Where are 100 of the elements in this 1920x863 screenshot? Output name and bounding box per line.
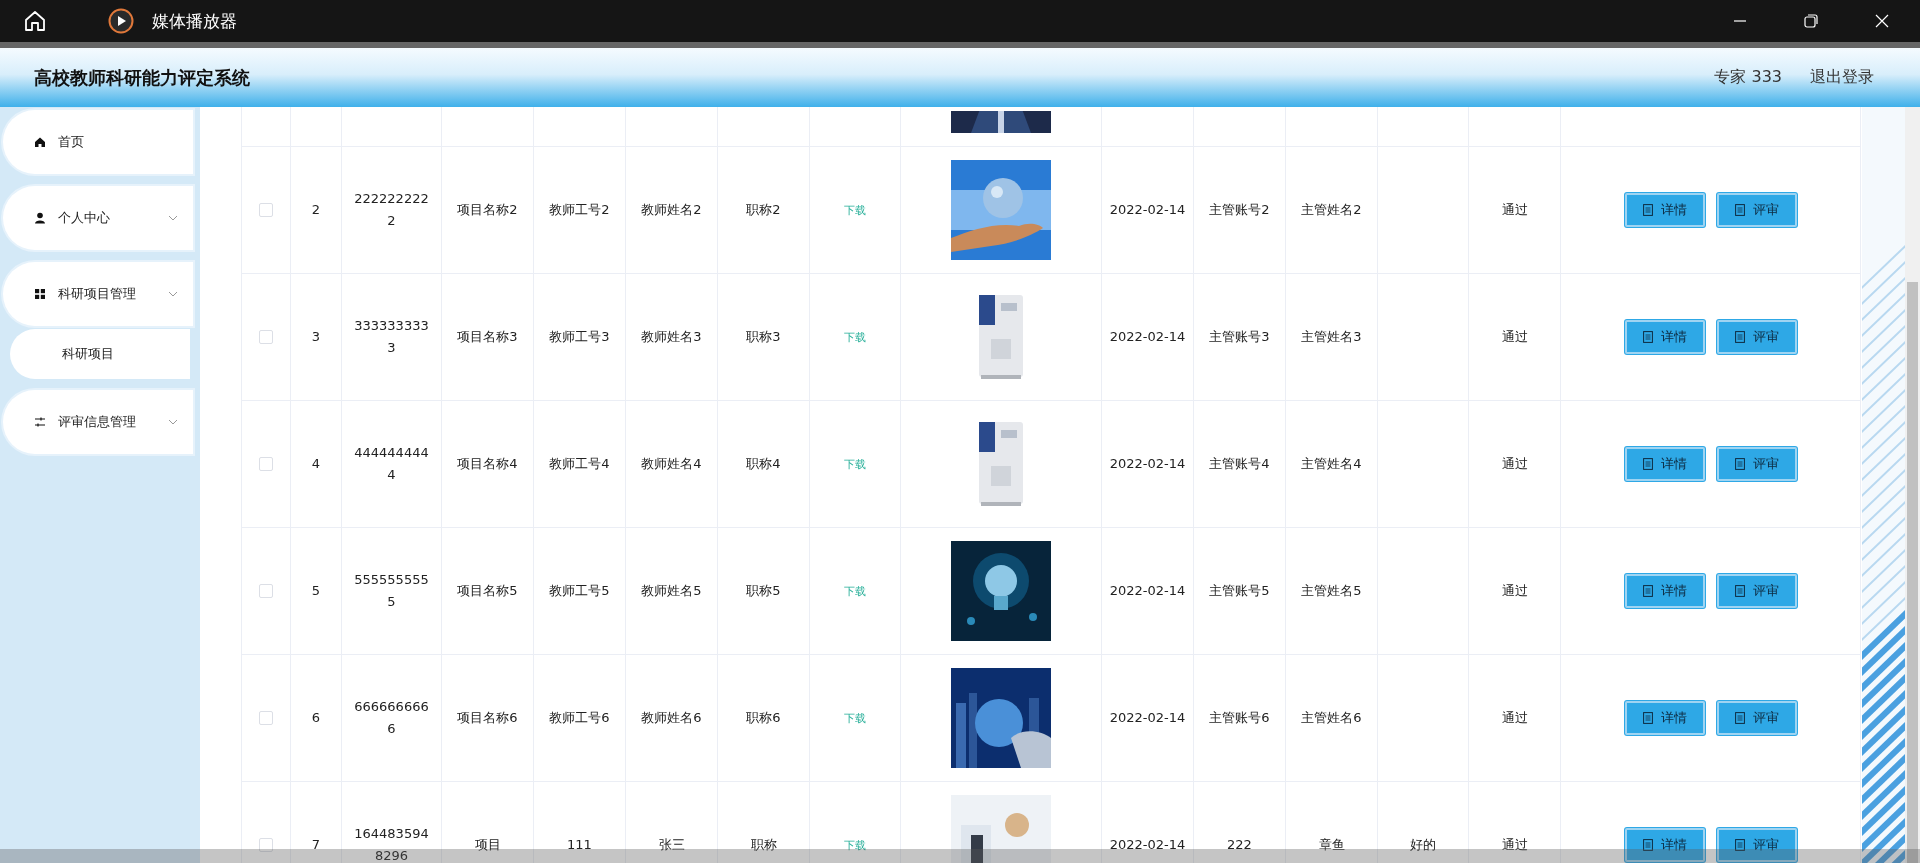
table-cell: 教师姓名5 — [626, 528, 718, 655]
table-cell: 好的 — [1378, 782, 1469, 863]
action-button[interactable]: 详情 — [1624, 447, 1705, 481]
user-name: 专家 333 — [1714, 67, 1782, 88]
row-checkbox[interactable] — [259, 203, 273, 217]
download-link[interactable]: 下载 — [844, 837, 866, 853]
table-cell: 张三 — [626, 782, 718, 863]
action-button[interactable]: 评审 — [1716, 320, 1797, 354]
table-cell: 2022-02-14 — [1102, 274, 1194, 401]
document-icon — [1642, 204, 1653, 216]
table-cell: 教师工号2 — [534, 147, 626, 274]
window-title: 媒体播放器 — [152, 9, 237, 33]
table-cell: 教师工号5 — [534, 528, 626, 655]
logout-link[interactable]: 退出登录 — [1810, 67, 1874, 88]
table-cell: 教师工号4 — [534, 401, 626, 528]
table-cell: 主管账号4 — [1194, 401, 1286, 528]
table-cell: 主管姓名2 — [1286, 147, 1378, 274]
table-cell: 职称3 — [718, 274, 810, 401]
table-cell: 2222222222 — [342, 147, 442, 274]
table-cell: 通过 — [1469, 274, 1561, 401]
row-checkbox[interactable] — [259, 584, 273, 598]
table-cell: 主管姓名4 — [1286, 401, 1378, 528]
table-cell: 主管姓名3 — [1286, 274, 1378, 401]
document-icon — [1642, 839, 1653, 851]
document-icon — [1734, 712, 1745, 724]
table-cell: 职称4 — [718, 401, 810, 528]
home-icon[interactable] — [23, 9, 47, 33]
table-cell: 5 — [291, 528, 342, 655]
document-icon — [1642, 331, 1653, 343]
table-cell: 职称6 — [718, 655, 810, 782]
action-button[interactable]: 详情 — [1624, 701, 1705, 735]
action-button[interactable]: 详情 — [1624, 193, 1705, 227]
document-icon — [1642, 458, 1653, 470]
table-cell: 教师姓名4 — [626, 401, 718, 528]
table-cell: 6 — [291, 655, 342, 782]
submenu-item[interactable]: 科研项目 — [10, 329, 190, 379]
table-cell: 教师姓名3 — [626, 274, 718, 401]
table-cell: 通过 — [1469, 655, 1561, 782]
row-checkbox[interactable] — [259, 838, 273, 852]
download-link[interactable]: 下载 — [844, 456, 866, 472]
table-cell: 项目名称3 — [442, 274, 534, 401]
table-cell: 4444444444 — [342, 401, 442, 528]
table-cell: 项目名称4 — [442, 401, 534, 528]
download-link[interactable]: 下载 — [844, 583, 866, 599]
action-button[interactable]: 详情 — [1624, 320, 1705, 354]
table-cell: 5555555555 — [342, 528, 442, 655]
table-cell: 职称5 — [718, 528, 810, 655]
row-checkbox[interactable] — [259, 711, 273, 725]
table-cell: 主管账号2 — [1194, 147, 1286, 274]
table-cell: 教师姓名2 — [626, 147, 718, 274]
table-cell: 项目名称6 — [442, 655, 534, 782]
table-cell: 通过 — [1469, 528, 1561, 655]
table-cell: 通过 — [1469, 147, 1561, 274]
action-button[interactable]: 详情 — [1624, 574, 1705, 608]
table-cell: 项目名称5 — [442, 528, 534, 655]
close-icon[interactable] — [1874, 13, 1890, 29]
table-cell: 2 — [291, 147, 342, 274]
action-button[interactable]: 评审 — [1716, 828, 1797, 862]
table-cell: 主管账号6 — [1194, 655, 1286, 782]
download-link[interactable]: 下载 — [844, 329, 866, 345]
row-checkbox[interactable] — [259, 457, 273, 471]
table-cell: 职称 — [718, 782, 810, 863]
document-icon — [1734, 458, 1745, 470]
table-cell: 教师工号3 — [534, 274, 626, 401]
table-cell: 7 — [291, 782, 342, 863]
download-link[interactable]: 下载 — [844, 202, 866, 218]
table-cell: 2022-02-14 — [1102, 655, 1194, 782]
document-icon — [1734, 204, 1745, 216]
table-cell — [291, 107, 342, 147]
table-cell: 职称2 — [718, 147, 810, 274]
table-cell: 111 — [534, 782, 626, 863]
action-button[interactable]: 评审 — [1716, 574, 1797, 608]
scrollbar[interactable] — [1905, 107, 1920, 863]
system-title: 高校教师科研能力评定系统 — [34, 65, 250, 90]
table-cell: 项目名称2 — [442, 147, 534, 274]
grid-icon — [34, 288, 46, 300]
user-icon — [34, 212, 46, 224]
table-cell: 主管姓名6 — [1286, 655, 1378, 782]
sliders-icon — [34, 416, 46, 428]
action-button[interactable]: 评审 — [1716, 447, 1797, 481]
document-icon — [1734, 331, 1745, 343]
table-cell: 2022-02-14 — [1102, 147, 1194, 274]
table-cell: 项目 — [442, 782, 534, 863]
table-cell: 主管账号5 — [1194, 528, 1286, 655]
document-icon — [1734, 839, 1745, 851]
download-link[interactable]: 下载 — [844, 710, 866, 726]
action-button[interactable]: 详情 — [1624, 828, 1705, 862]
restore-icon[interactable] — [1803, 13, 1819, 29]
table-cell: 主管姓名5 — [1286, 528, 1378, 655]
table-cell: 2022-02-14 — [1102, 401, 1194, 528]
table-cell: 6666666666 — [342, 655, 442, 782]
action-button[interactable]: 评审 — [1716, 193, 1797, 227]
table-cell: 章鱼 — [1286, 782, 1378, 863]
document-icon — [1642, 585, 1653, 597]
table-cell: 主管账号3 — [1194, 274, 1286, 401]
table-cell: 2022-02-14 — [1102, 782, 1194, 863]
row-checkbox[interactable] — [259, 330, 273, 344]
table-cell: 通过 — [1469, 401, 1561, 528]
table-cell: 3 — [291, 274, 342, 401]
action-button[interactable]: 评审 — [1716, 701, 1797, 735]
